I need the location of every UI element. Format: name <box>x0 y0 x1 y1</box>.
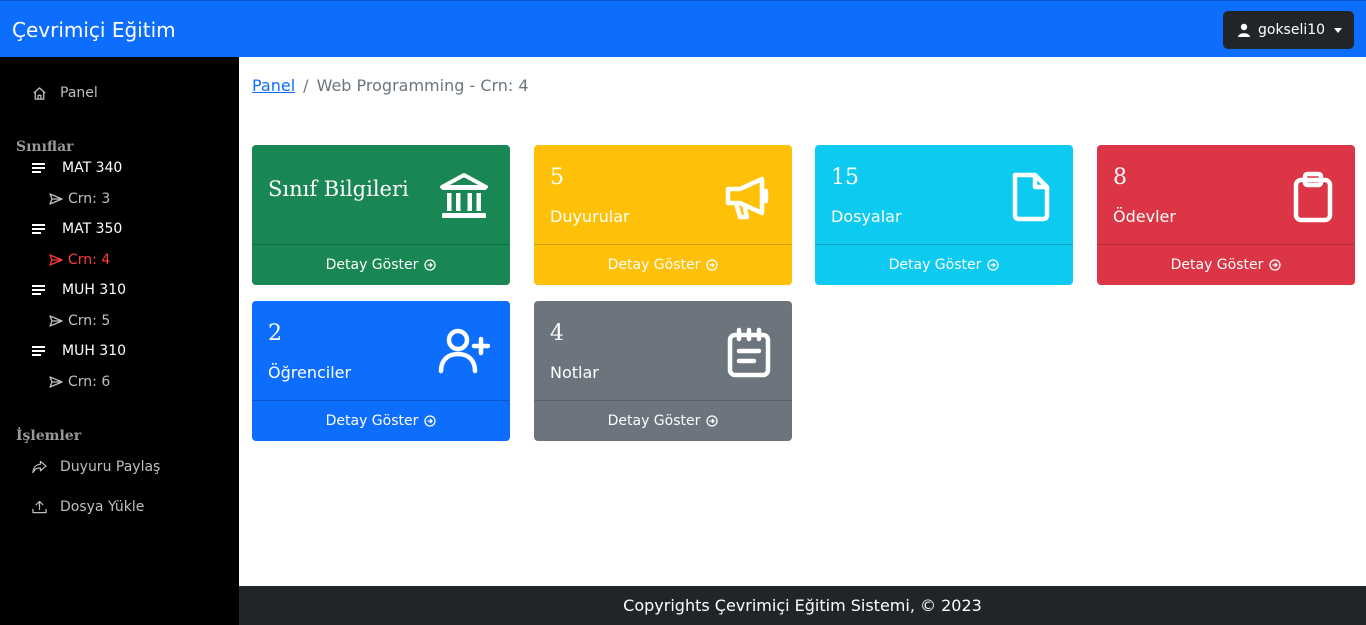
megaphone-icon <box>725 176 769 220</box>
notepad-icon <box>727 327 771 378</box>
card-count: 5 <box>550 165 564 190</box>
card-label: Öğrenciler <box>268 363 352 382</box>
bank-icon <box>440 173 488 218</box>
card-files: 15 Dosyalar Detay Göster <box>815 145 1073 285</box>
card-count: 4 <box>550 321 564 346</box>
sidebar-item-upload-file[interactable]: Dosya Yükle <box>32 499 144 515</box>
user-plus-icon <box>438 328 490 374</box>
sidebar: Panel Sınıflar MAT 340 Crn: 3 MAT 350 Cr… <box>0 57 239 625</box>
home-icon <box>33 86 46 100</box>
breadcrumb-home-link[interactable]: Panel <box>252 76 295 95</box>
card-details-link[interactable]: Detay Göster <box>1097 244 1355 285</box>
card-announcements: 5 Duyurular Detay Göster <box>534 145 792 285</box>
details-label: Detay Göster <box>607 257 701 273</box>
user-name: gokseli10 <box>1258 22 1326 38</box>
card-label: Notlar <box>550 363 599 382</box>
sidebar-crn-item[interactable]: Crn: 5 <box>49 313 110 329</box>
card-details-link[interactable]: Detay Göster <box>252 400 510 441</box>
details-label: Detay Göster <box>607 413 701 429</box>
send-icon <box>49 315 63 327</box>
sidebar-crn-item-active[interactable]: Crn: 4 <box>49 252 110 268</box>
arrow-circle-right-icon <box>706 259 719 271</box>
send-icon <box>49 376 63 388</box>
crn-label: Crn: 6 <box>68 374 111 390</box>
card-notes: 4 Notlar Detay Göster <box>534 301 792 441</box>
sidebar-item-share-announcement[interactable]: Duyuru Paylaş <box>32 459 160 475</box>
card-count: 2 <box>268 321 282 346</box>
crn-label: Crn: 3 <box>68 191 111 207</box>
sidebar-class-item[interactable]: MAT 350 <box>32 221 122 237</box>
send-icon <box>49 254 63 266</box>
card-count: 8 <box>1113 165 1127 190</box>
card-students: 2 Öğrenciler Detay Göster <box>252 301 510 441</box>
send-icon <box>49 193 63 205</box>
breadcrumb-separator: / <box>303 76 309 95</box>
sidebar-crn-item[interactable]: Crn: 3 <box>49 191 110 207</box>
upload-icon <box>32 500 47 514</box>
card-details-link[interactable]: Detay Göster <box>252 244 510 285</box>
sidebar-item-panel[interactable]: Panel <box>32 85 98 101</box>
class-name: MUH 310 <box>62 343 127 359</box>
sidebar-item-label: Panel <box>60 85 98 101</box>
sidebar-class-item[interactable]: MAT 340 <box>32 160 122 176</box>
arrow-circle-right-icon <box>424 259 437 271</box>
card-details-link[interactable]: Detay Göster <box>534 400 792 441</box>
classes-heading: Sınıflar <box>16 139 74 155</box>
card-details-link[interactable]: Detay Göster <box>815 244 1073 285</box>
sidebar-item-label: Duyuru Paylaş <box>60 459 161 475</box>
sidebar-class-item[interactable]: MUH 310 <box>32 343 126 359</box>
card-label: Dosyalar <box>831 207 902 226</box>
sidebar-item-label: Dosya Yükle <box>60 499 145 515</box>
clipboard-icon <box>1293 171 1333 223</box>
card-details-link[interactable]: Detay Göster <box>534 244 792 285</box>
brand-title[interactable]: Çevrimiçi Eğitim <box>12 18 176 42</box>
details-label: Detay Göster <box>325 257 419 273</box>
user-icon <box>1238 23 1250 37</box>
actions-heading: İşlemler <box>16 428 82 444</box>
details-label: Detay Göster <box>1170 257 1264 273</box>
class-name: MAT 340 <box>62 160 123 176</box>
user-menu-button[interactable]: gokseli10 <box>1223 11 1354 49</box>
class-name: MUH 310 <box>62 282 127 298</box>
sidebar-class-item[interactable]: MUH 310 <box>32 282 126 298</box>
card-label: Ödevler <box>1113 207 1176 226</box>
card-count: 15 <box>831 165 859 190</box>
arrow-circle-right-icon <box>1269 259 1282 271</box>
arrow-circle-right-icon <box>987 259 1000 271</box>
menu-lines-icon <box>32 163 45 173</box>
card-assignments: 8 Ödevler Detay Göster <box>1097 145 1355 285</box>
sidebar-crn-item[interactable]: Crn: 6 <box>49 374 110 390</box>
copyright-text: Copyrights Çevrimiçi Eğitim Sistemi, © 2… <box>623 596 982 615</box>
arrow-circle-right-icon <box>424 415 437 427</box>
menu-lines-icon <box>32 346 45 356</box>
class-name: MAT 350 <box>62 221 123 237</box>
page-footer: Copyrights Çevrimiçi Eğitim Sistemi, © 2… <box>239 586 1366 625</box>
card-title: Sınıf Bilgileri <box>268 177 409 201</box>
arrow-circle-right-icon <box>706 415 719 427</box>
menu-lines-icon <box>32 224 45 234</box>
crn-label: Crn: 4 <box>68 252 111 268</box>
card-label: Duyurular <box>550 207 630 226</box>
breadcrumb-current: Web Programming - Crn: 4 <box>316 76 529 95</box>
menu-lines-icon <box>32 285 45 295</box>
file-icon <box>1012 172 1050 222</box>
details-label: Detay Göster <box>325 413 419 429</box>
caret-down-icon <box>1334 27 1343 33</box>
card-class-info: Sınıf Bilgileri Detay Göster <box>252 145 510 285</box>
share-icon <box>32 460 47 474</box>
top-navbar: Çevrimiçi Eğitim gokseli10 <box>0 0 1366 57</box>
details-label: Detay Göster <box>888 257 982 273</box>
breadcrumb: Panel / Web Programming - Crn: 4 <box>252 76 529 95</box>
crn-label: Crn: 5 <box>68 313 111 329</box>
